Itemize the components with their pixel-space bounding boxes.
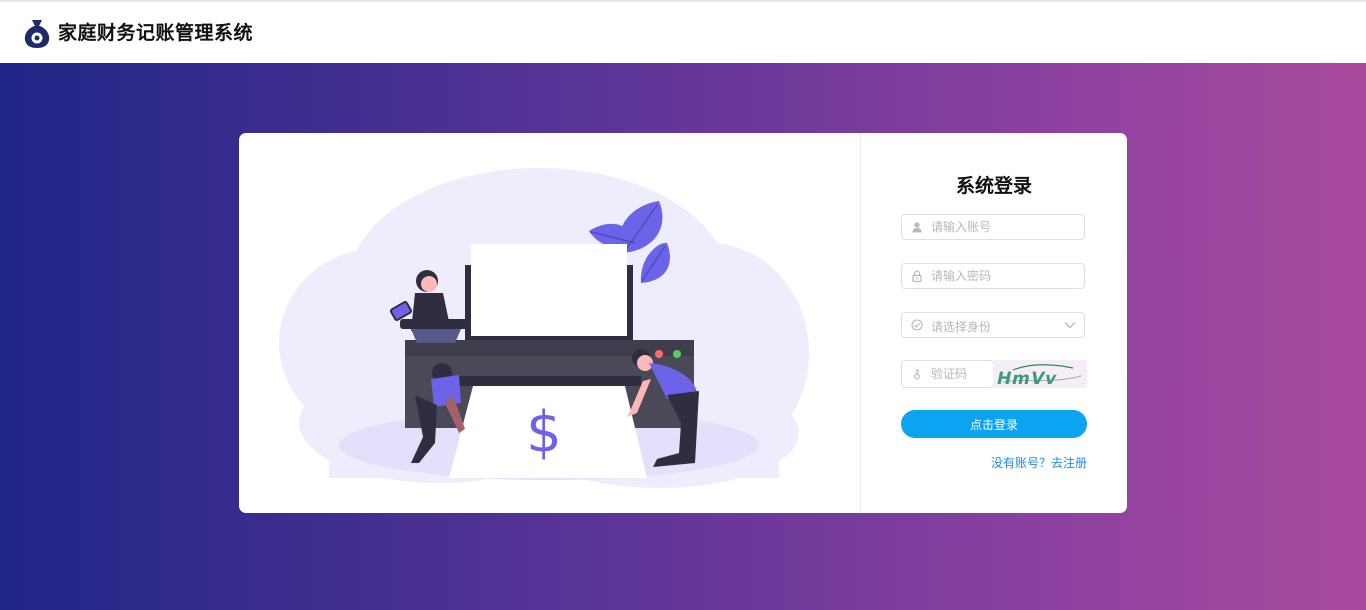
dollar-sign: $ — [526, 400, 562, 465]
account-field — [901, 214, 1085, 240]
chevron-down-icon — [1064, 322, 1076, 329]
captcha-text: HmVv — [995, 369, 1059, 388]
captcha-field — [901, 360, 994, 388]
password-input[interactable] — [931, 264, 1071, 288]
login-card: $ 系统登录 请输入账号 请选择身份 验证码 HmVv 点击登录 没有账号？去注… — [239, 133, 1127, 513]
password-field — [901, 263, 1085, 289]
register-link[interactable]: 没有账号？去注册 — [991, 454, 1087, 471]
finance-illustration: $ — [279, 168, 809, 488]
captcha-input[interactable] — [931, 361, 991, 387]
login-form: 系统登录 请输入账号 请选择身份 验证码 HmVv 点击登录 没有账号？去注册 — [861, 133, 1127, 513]
money-bag-icon — [24, 20, 50, 48]
lock-icon — [912, 270, 922, 282]
login-title: 系统登录 — [955, 175, 1032, 197]
captcha-image[interactable]: HmVv — [993, 360, 1087, 389]
login-button[interactable]: 点击登录 — [901, 410, 1087, 438]
top-bar: 家庭财务记账管理系统 — [0, 0, 1366, 63]
login-background: $ 系统登录 请输入账号 请选择身份 验证码 HmVv 点击登录 没有账号？去注… — [0, 63, 1366, 610]
check-circle-icon — [911, 319, 923, 331]
role-select[interactable]: 请选择身份 — [901, 312, 1085, 338]
user-icon — [912, 222, 922, 233]
role-select-value: 请选择身份 — [931, 320, 992, 334]
account-input[interactable] — [931, 215, 1071, 239]
app-title: 家庭财务记账管理系统 — [58, 22, 254, 44]
key-icon — [914, 369, 920, 380]
